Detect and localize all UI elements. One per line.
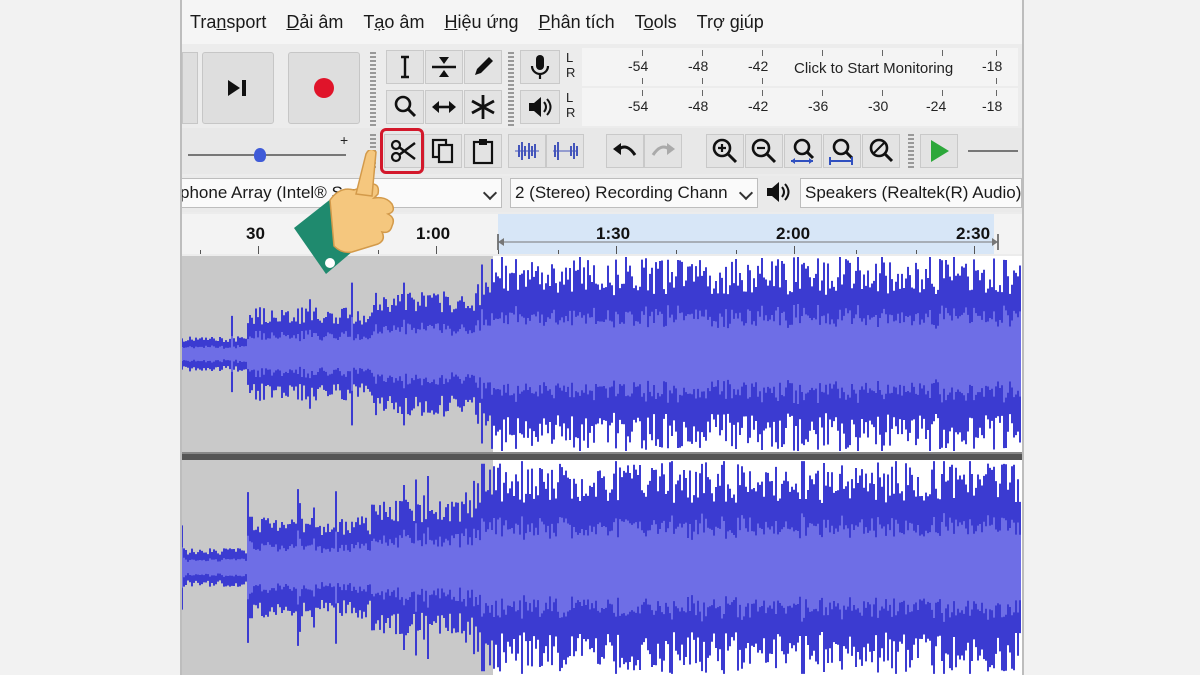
meter-tick: -36 (808, 98, 829, 114)
meter-tick: -24 (926, 98, 947, 114)
recording-channels-select[interactable]: 2 (Stereo) Recording Chann (510, 178, 758, 208)
meter-tick: -18 (982, 58, 1003, 74)
playback-meter-channels: LR (566, 90, 576, 120)
paste-icon (472, 139, 494, 165)
menu-transport[interactable]: Transport (190, 12, 266, 33)
multi-tool-icon (471, 95, 495, 119)
playback-device-select[interactable]: Speakers (Realtek(R) Audio) (800, 178, 1022, 208)
play-speed-slider[interactable] (968, 150, 1018, 152)
record-icon (314, 78, 334, 98)
fit-project-button[interactable] (823, 134, 861, 168)
play-at-speed-button[interactable] (920, 134, 958, 168)
fit-selection-icon (791, 138, 815, 164)
record-meter-channels: LR (566, 50, 576, 80)
zoom-out-icon (751, 138, 777, 164)
timeline-label: 30 (246, 224, 265, 243)
meter-tick: -42 (748, 98, 769, 114)
meter-tick: -54 (628, 58, 649, 74)
menu-help[interactable]: Trợ giúp (697, 12, 764, 33)
speaker-icon (767, 182, 790, 202)
menu-tools[interactable]: Tools (635, 12, 677, 33)
envelope-tool-icon (432, 57, 456, 77)
playback-meter-button[interactable] (520, 90, 560, 124)
meter-tick: -18 (982, 98, 1003, 114)
copy-icon (431, 138, 454, 164)
pointing-hand-icon (294, 150, 395, 274)
transport-button-partial[interactable] (182, 52, 198, 124)
draw-tool-icon (475, 57, 493, 75)
zoom-toggle-icon (869, 138, 894, 163)
playback-meter[interactable]: -54 -48 -42 -36 -30 -24 -18 (582, 88, 1018, 126)
zoom-tool-button[interactable] (386, 90, 424, 124)
trim-icon (515, 142, 539, 160)
record-button[interactable] (288, 52, 360, 124)
fit-selection-button[interactable] (784, 134, 822, 168)
meter-tick: -30 (868, 98, 889, 114)
meter-grip[interactable] (508, 52, 514, 126)
selection-tool-button[interactable] (386, 50, 424, 84)
timeline-label: 1:00 (416, 224, 451, 243)
undo-icon (613, 143, 637, 156)
zoom-out-button[interactable] (745, 134, 783, 168)
menu-analyze[interactable]: Phân tích (539, 12, 615, 33)
silence-button[interactable] (546, 134, 584, 168)
slider-plus-label: + (340, 132, 349, 148)
playback-device-icon (764, 178, 796, 208)
menu-tracks[interactable]: Dải âm (286, 12, 343, 33)
meter-tick: -42 (748, 58, 769, 74)
selection-bracket (497, 234, 999, 250)
silence-icon (553, 142, 578, 160)
audio-track-right[interactable] (182, 460, 1022, 675)
channel-divider[interactable] (182, 452, 1022, 460)
meter-tick: -48 (688, 98, 709, 114)
zoom-toggle-button[interactable] (862, 134, 900, 168)
undo-button[interactable] (606, 134, 644, 168)
fit-project-icon (829, 138, 854, 165)
meter-tick: -54 (628, 98, 649, 114)
toolbar-grip[interactable] (370, 52, 376, 126)
envelope-tool-button[interactable] (425, 50, 463, 84)
zoom-in-button[interactable] (706, 134, 744, 168)
waveform-right-channel (182, 460, 1022, 675)
redo-button[interactable] (644, 134, 682, 168)
menu-generate[interactable]: Tạo âm (363, 12, 424, 33)
trim-button[interactable] (508, 134, 546, 168)
selection-tool-icon (401, 55, 409, 79)
play-at-speed-icon (931, 140, 949, 162)
zoom-tool-icon (394, 95, 417, 118)
paste-button[interactable] (464, 134, 502, 168)
skip-to-end-button[interactable] (202, 52, 274, 124)
time-shift-tool-icon (432, 101, 456, 113)
meter-tick: -48 (688, 58, 709, 74)
start-monitoring-prompt[interactable]: Click to Start Monitoring (794, 60, 953, 77)
record-meter-button[interactable] (520, 50, 560, 84)
redo-icon (651, 143, 675, 156)
slider-thumb[interactable] (254, 148, 266, 162)
copy-button[interactable] (424, 134, 462, 168)
menu-effect[interactable]: Hiệu ứng (444, 12, 518, 33)
microphone-icon (530, 55, 550, 79)
multi-tool-button[interactable] (464, 90, 502, 124)
menu-bar: Transport Dải âm Tạo âm Hiệu ứng Phân tí… (182, 0, 1022, 44)
draw-tool-button[interactable] (464, 50, 502, 84)
play-grip[interactable] (908, 134, 914, 168)
audacity-window: Transport Dải âm Tạo âm Hiệu ứng Phân tí… (180, 0, 1024, 675)
speaker-icon (529, 97, 552, 117)
zoom-in-icon (712, 138, 738, 164)
time-shift-tool-button[interactable] (425, 90, 463, 124)
